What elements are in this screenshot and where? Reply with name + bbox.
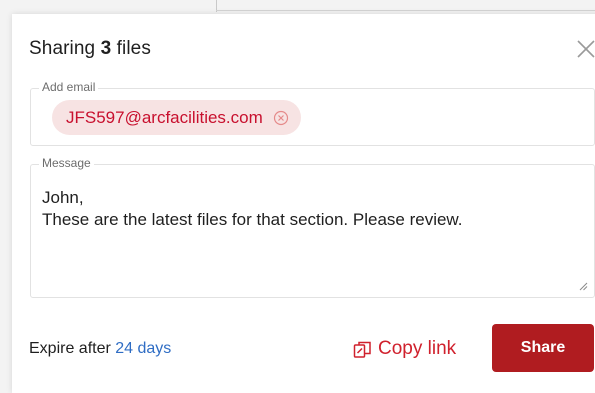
- expire-setting: Expire after 24 days: [29, 340, 171, 358]
- expire-label: Expire after: [29, 340, 111, 357]
- expire-days-link[interactable]: 24 days: [115, 340, 171, 357]
- copy-link-button[interactable]: Copy link: [353, 336, 456, 362]
- message-textarea[interactable]: John, These are the latest files for tha…: [42, 187, 580, 231]
- resize-handle-icon[interactable]: [579, 282, 588, 291]
- recipient-address: JFS597@arcfacilities.com: [66, 107, 263, 127]
- close-icon: [577, 40, 595, 58]
- background-divider: [216, 10, 595, 11]
- close-button[interactable]: [575, 38, 595, 60]
- message-field[interactable]: Message John, These are the latest files…: [30, 156, 595, 298]
- add-email-label: Add email: [39, 80, 99, 94]
- title-suffix: files: [116, 38, 151, 59]
- share-button[interactable]: Share: [492, 324, 594, 372]
- copy-link-label: Copy link: [378, 338, 457, 359]
- remove-circle-icon[interactable]: [273, 110, 289, 126]
- message-label: Message: [39, 156, 94, 170]
- title-prefix: Sharing: [29, 38, 96, 59]
- add-email-field[interactable]: Add email JFS597@arcfacilities.com: [30, 80, 595, 146]
- dialog-title: Sharing 3 files: [29, 38, 151, 60]
- file-count: 3: [100, 38, 112, 59]
- email-recipient-chip[interactable]: JFS597@arcfacilities.com: [52, 100, 301, 135]
- share-dialog: Sharing 3 files Add email JFS597@arcfaci…: [12, 14, 595, 393]
- copy-link-icon: [353, 341, 371, 358]
